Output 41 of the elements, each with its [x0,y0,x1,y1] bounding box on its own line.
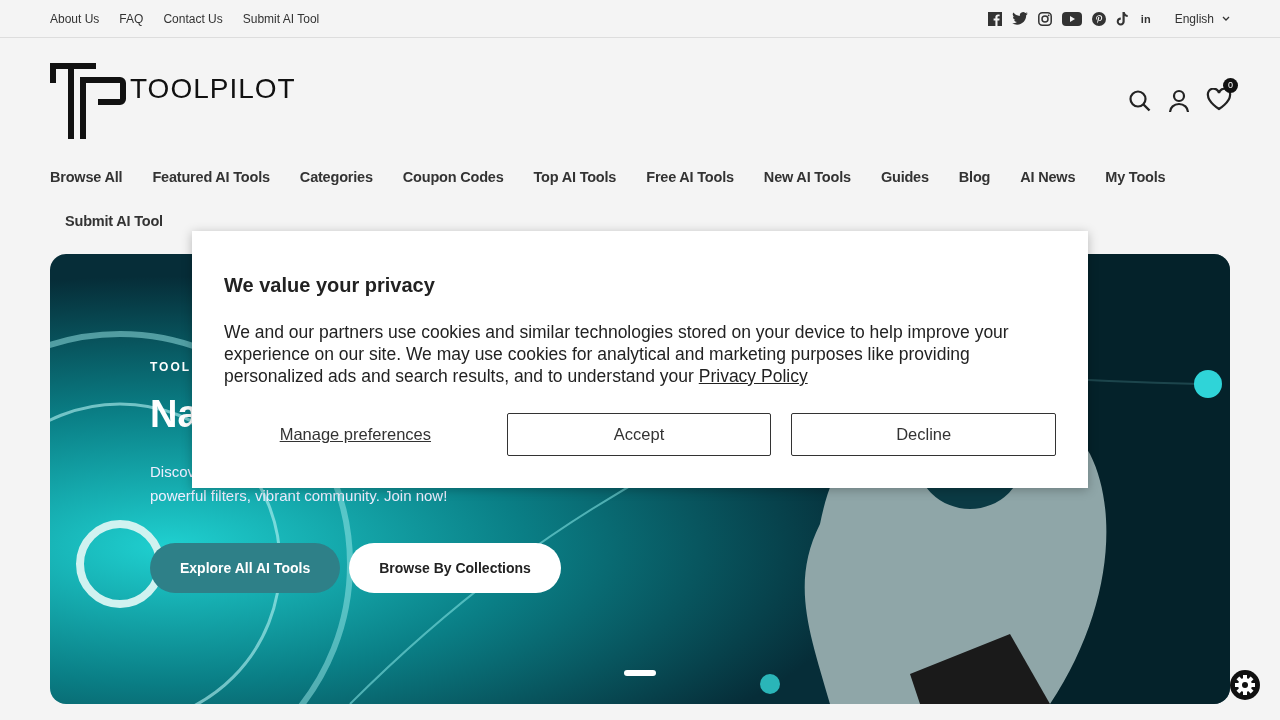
bird-icon[interactable] [1011,12,1028,25]
privacy-policy-link[interactable]: Privacy Policy [698,366,808,386]
cookie-text: We and our partners use cookies and similar technologies stored on your device to help improve your experience on our site. We may use cookies for analytical and marketing purposes like providing personalized ads and search results, and to understand your Privacy Policy [224,321,1010,387]
top-link[interactable]: Submit AI Tool [242,11,320,26]
nav-link[interactable]: Free AI Tools [646,166,734,188]
nav-link[interactable]: Guides [880,166,929,188]
hero-button[interactable]: Explore All AI Tools [150,542,341,593]
nav-link[interactable]: New AI Tools [763,166,851,188]
nav-link[interactable]: Featured AI Tools [152,166,270,188]
nav-link[interactable]: Blog [958,166,991,188]
chevron-down-icon [1222,16,1230,21]
nav-link[interactable]: My Tools [1105,166,1166,188]
hero-button[interactable]: Browse By Collections [349,542,561,593]
music-note-icon[interactable] [1115,11,1129,26]
play-icon[interactable] [1061,11,1082,26]
nav-link[interactable]: AI News [1020,166,1076,188]
hero-kicker: TOOL [150,360,193,374]
nav-link[interactable]: Submit AI Tool [65,210,163,232]
dialog-button[interactable]: Decline [791,413,1056,456]
instagram-icon[interactable] [1037,11,1052,26]
nav-link[interactable]: Categories [299,166,373,188]
logo-text: TOOLPILOT [130,75,296,103]
facebook-icon[interactable] [987,11,1002,26]
settings-icon[interactable] [1230,670,1260,700]
linkedin-icon[interactable]: in [1140,12,1151,25]
top-link[interactable]: Contact Us [163,11,223,26]
search-icon[interactable] [1128,89,1152,113]
nav-link[interactable]: Browse All [50,166,123,188]
heart-icon[interactable] [1206,87,1232,111]
language-dropdown[interactable]: English [1174,11,1230,26]
nav-link[interactable]: Coupon Codes [402,166,504,188]
pinterest-icon[interactable] [1091,11,1106,26]
logo-mark-icon [50,63,126,139]
wishlist-count-badge: 0 [1223,77,1238,93]
dialog-button[interactable]: Accept [506,413,772,456]
nav-link[interactable]: Top AI Tools [533,166,617,188]
top-link[interactable]: About Us [50,11,100,26]
user-icon[interactable] [1168,89,1190,113]
hero-text: powerful filters, vibrant community. Join now! [150,485,449,506]
dialog-title: We value your privacy [224,274,436,297]
top-link[interactable]: FAQ [119,11,144,26]
